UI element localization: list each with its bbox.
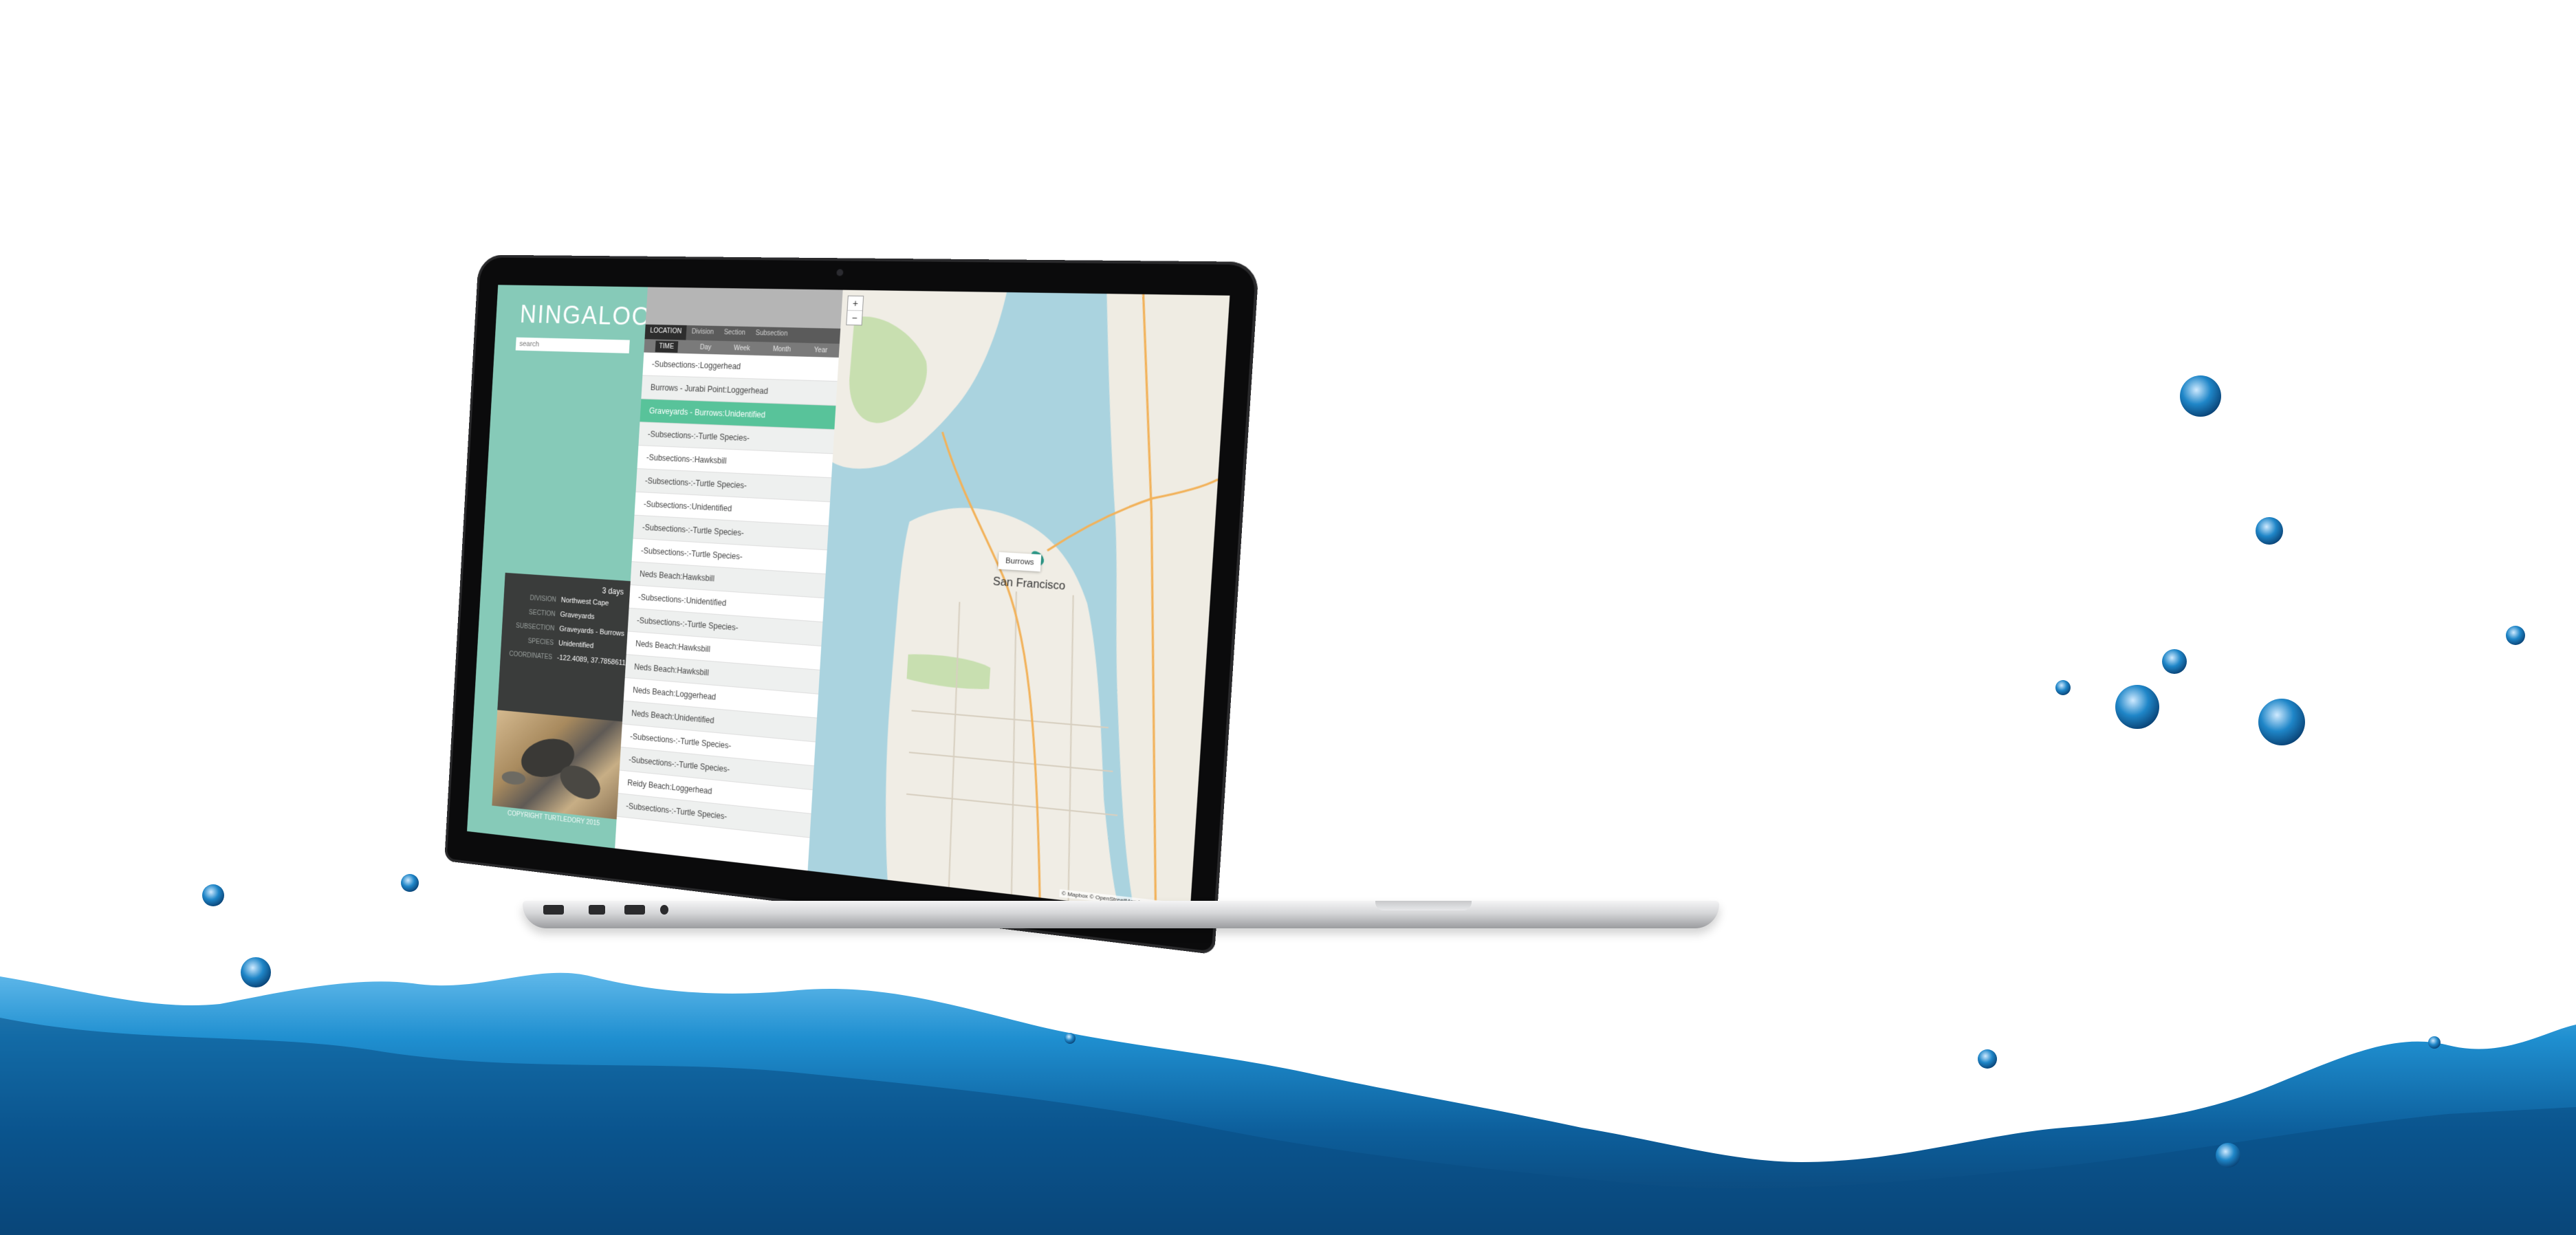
details-value: Graveyards bbox=[560, 611, 595, 621]
record-list: -Subsections-:Loggerhead Burrows - Jurabi… bbox=[617, 352, 839, 838]
usb-port bbox=[624, 905, 645, 915]
tab-division[interactable]: Division bbox=[686, 325, 719, 341]
record-list-panel: LOCATION Division Section Subsection TIM… bbox=[615, 287, 842, 871]
map-popup[interactable]: Burrows bbox=[998, 552, 1041, 571]
time-option-month[interactable]: Month bbox=[773, 345, 792, 353]
details-key: DIVISION bbox=[508, 593, 556, 604]
magsafe-port bbox=[543, 905, 564, 915]
zoom-in-button[interactable]: + bbox=[848, 296, 864, 310]
laptop-base bbox=[523, 901, 1719, 928]
search-input[interactable] bbox=[516, 338, 630, 353]
app-screen: NINGALOO 3 days DIVISION Northwest Cape … bbox=[467, 285, 1230, 915]
details-key: SPECIES bbox=[506, 635, 554, 647]
details-row-coordinates: COORDINATES -122.4089, 37.7858611 bbox=[505, 650, 626, 668]
map-tiles bbox=[808, 290, 1230, 915]
zoom-control: + − bbox=[846, 296, 864, 326]
details-value: Graveyards - Burrows bbox=[559, 625, 624, 638]
laptop-mockup: NINGALOO 3 days DIVISION Northwest Cape … bbox=[444, 255, 1259, 955]
time-label: TIME bbox=[655, 340, 678, 352]
details-key: SECTION bbox=[507, 606, 556, 618]
details-value: Northwest Cape bbox=[560, 596, 609, 607]
camera bbox=[836, 269, 843, 276]
details-value: -122.4089, 37.7858611 bbox=[557, 654, 626, 668]
map-view[interactable]: + − Burrows San Francisco © Mapbox © Ope… bbox=[808, 290, 1230, 915]
brand-logo: NINGALOO bbox=[519, 301, 652, 332]
details-panel: 3 days DIVISION Northwest Cape SECTION G… bbox=[497, 573, 631, 721]
lid-notch bbox=[1375, 901, 1472, 910]
turtle-photo[interactable] bbox=[492, 710, 622, 819]
details-value: Unidentified bbox=[558, 640, 594, 651]
thunderbolt-port bbox=[589, 905, 605, 915]
details-key: SUBSECTION bbox=[507, 621, 555, 633]
details-row-species: SPECIES Unidentified bbox=[506, 635, 627, 653]
time-option-day[interactable]: Day bbox=[700, 343, 712, 351]
water-splash bbox=[0, 0, 2576, 1235]
details-days: 3 days bbox=[602, 586, 624, 597]
details-row-section: SECTION Graveyards bbox=[507, 606, 629, 623]
tab-location[interactable]: LOCATION bbox=[644, 325, 687, 340]
tab-subsection[interactable]: Subsection bbox=[750, 327, 794, 342]
zoom-out-button[interactable]: − bbox=[847, 310, 862, 325]
details-row-subsection: SUBSECTION Graveyards - Burrows bbox=[507, 621, 628, 638]
details-key: COORDINATES bbox=[505, 650, 553, 662]
tab-section[interactable]: Section bbox=[719, 326, 751, 342]
headphone-port bbox=[660, 905, 668, 915]
time-option-year[interactable]: Year bbox=[814, 347, 828, 354]
time-option-week[interactable]: Week bbox=[734, 345, 750, 352]
